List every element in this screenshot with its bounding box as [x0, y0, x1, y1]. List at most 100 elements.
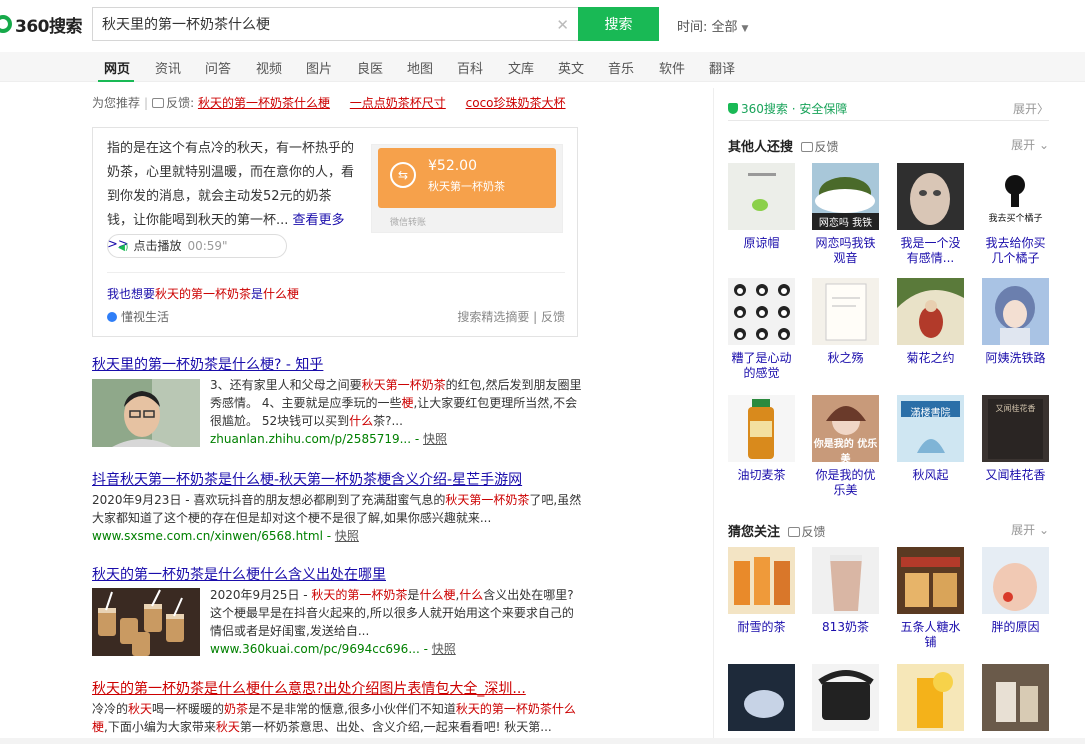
related-tile[interactable]: [982, 664, 1049, 737]
tab-images[interactable]: 图片: [306, 58, 332, 77]
related-tile[interactable]: 网恋吗 我铁 网恋吗我铁观音: [812, 163, 879, 266]
related-tile[interactable]: [897, 664, 964, 737]
tile-overlay: 又闻桂花香: [995, 404, 1036, 413]
related-tile[interactable]: 你是我的 优乐美 你是我的优乐美: [812, 395, 879, 498]
related-tile[interactable]: 胖的原因: [982, 547, 1049, 635]
shield-icon: [728, 103, 738, 114]
tab-english[interactable]: 英文: [558, 58, 584, 77]
tile-image: 我去买个橘子: [982, 163, 1049, 230]
horizontal-scrollbar[interactable]: [0, 738, 1085, 744]
tile-caption: 又闻桂花香: [985, 468, 1046, 482]
search-result: 秋天里的第一杯奶茶是什么梗? - 知乎 3、还有家里人和父母之间要秋天第一杯奶茶…: [92, 354, 592, 454]
related-tile[interactable]: 我去买个橘子 我去给你买几个橘子: [982, 163, 1049, 266]
snapshot-link[interactable]: 快照: [423, 432, 447, 446]
related-tile[interactable]: 又闻桂花香 又闻桂花香: [982, 395, 1049, 483]
time-filter[interactable]: 时间: 全部 ▼: [677, 16, 748, 35]
play-icon: ◀): [118, 243, 129, 253]
related-tile[interactable]: 原谅帽: [728, 163, 795, 251]
related-question-link[interactable]: 我也想要秋天的第一杯奶茶是什么梗: [107, 285, 299, 302]
snapshot-link[interactable]: 快照: [335, 529, 359, 543]
result-title-link[interactable]: 抖音秋天第一杯奶茶是什么梗-秋天第一杯奶茶梗含义介绍-星芒手游网: [92, 469, 522, 489]
tab-news[interactable]: 资讯: [155, 58, 181, 77]
source-icon: [107, 312, 117, 322]
tile-image: [897, 278, 964, 345]
tab-video[interactable]: 视频: [256, 58, 282, 77]
logo[interactable]: 360搜索: [0, 13, 83, 37]
related-tile[interactable]: 耐雪的茶: [728, 547, 795, 635]
related-tile[interactable]: 阿姨洗铁路: [982, 278, 1049, 366]
tab-web[interactable]: 网页: [104, 58, 130, 77]
result-title-link[interactable]: 秋天里的第一杯奶茶是什么梗? - 知乎: [92, 354, 323, 374]
expand-button[interactable]: 展开 ⌄: [1011, 521, 1049, 538]
related-tile[interactable]: 813奶茶: [812, 547, 879, 635]
transfer-card: ⇆ ¥52.00 秋天第一杯奶茶: [378, 148, 556, 208]
tile-image: [812, 664, 879, 731]
section-header-guess: 猜您关注 反馈 展开 ⌄: [728, 521, 1049, 540]
feedback-icon: [152, 98, 165, 108]
result-url[interactable]: www.sxsme.com.cn/xinwen/6568.html - 快照: [92, 529, 359, 543]
related-tile[interactable]: [812, 664, 879, 737]
snippet-text: 2020年9月25日 -: [210, 588, 312, 602]
expand-label: 展开: [1011, 523, 1036, 537]
related-tile[interactable]: [728, 664, 795, 737]
search-button[interactable]: 搜索: [578, 7, 659, 41]
search-result: 秋天的第一杯奶茶是什么梗什么含义出处在哪里 2020年9月25日 - 秋天的第一…: [92, 564, 592, 664]
tab-map[interactable]: 地图: [407, 58, 433, 77]
result-url[interactable]: www.360kuai.com/pc/9694cc696... - 快照: [210, 642, 456, 656]
related-tile[interactable]: 秋之殇: [812, 278, 879, 366]
section-title: 其他人还搜: [728, 140, 794, 155]
expand-button[interactable]: 展开 ⌄: [1011, 136, 1049, 153]
result-thumbnail[interactable]: [92, 379, 200, 447]
tab-translate[interactable]: 翻译: [709, 58, 735, 77]
expand-button[interactable]: 展开〉: [1013, 100, 1049, 117]
close-icon[interactable]: ✕: [556, 16, 569, 34]
tab-baike[interactable]: 百科: [457, 58, 483, 77]
tab-software[interactable]: 软件: [659, 58, 685, 77]
transfer-foot: 微信转账: [390, 218, 427, 228]
snapshot-link[interactable]: 快照: [432, 642, 456, 656]
recommend-link[interactable]: 一点点奶茶杯尺寸: [350, 96, 446, 110]
tile-image: 你是我的 优乐美: [812, 395, 879, 462]
related-tile[interactable]: 滿楼書院 秋风起: [897, 395, 964, 483]
recommend-link[interactable]: coco珍珠奶茶大杯: [466, 96, 566, 110]
result-url[interactable]: zhuanlan.zhihu.com/p/2585719... - 快照: [210, 432, 447, 446]
answer-tools[interactable]: 搜索精选摘要 | 反馈: [457, 308, 565, 325]
feedback-link[interactable]: 反馈: [166, 96, 190, 110]
related-tile[interactable]: 油切麦茶: [728, 395, 795, 483]
snippet-highlight: 奶茶: [224, 702, 249, 716]
feedback-icon: [800, 142, 813, 152]
play-audio-button[interactable]: ◀) 点击播放 00:59": [107, 234, 287, 258]
feedback-label: 反馈: [801, 525, 826, 539]
result-thumbnail[interactable]: [92, 588, 200, 656]
recommend-link[interactable]: 秋天的第一杯奶茶什么梗: [198, 96, 330, 110]
tab-doctor[interactable]: 良医: [357, 58, 383, 77]
tile-caption: 你是我的优乐美: [815, 468, 876, 497]
tile-caption: 网恋吗我铁观音: [815, 236, 876, 265]
tab-wenku[interactable]: 文库: [508, 58, 534, 77]
transfer-amount: ¥52.00: [428, 158, 477, 174]
feedback-link[interactable]: 反馈: [800, 140, 839, 154]
related-tile[interactable]: 我是一个没有感情...: [897, 163, 964, 266]
related-tile[interactable]: 糟了是心动的感觉: [728, 278, 795, 381]
tab-qa[interactable]: 问答: [205, 58, 231, 77]
tab-music[interactable]: 音乐: [608, 58, 634, 77]
tile-image: 又闻桂花香: [982, 395, 1049, 462]
related-tile[interactable]: 五条人糖水铺: [897, 547, 964, 650]
snippet-text: 喝一杯暖暖的: [152, 702, 225, 716]
result-title-link[interactable]: 秋天的第一杯奶茶是什么梗什么意思?出处介绍图片表情包大全_深圳...: [92, 678, 526, 698]
answer-source[interactable]: 懂视生活: [107, 308, 169, 325]
related-tile[interactable]: 菊花之约: [897, 278, 964, 366]
tile-image: [982, 278, 1049, 345]
result-title-link[interactable]: 秋天的第一杯奶茶是什么梗什么含义出处在哪里: [92, 564, 386, 584]
snippet-text: 茶?...: [373, 414, 403, 428]
answer-image[interactable]: ⇆ ¥52.00 秋天第一杯奶茶 微信转账: [371, 144, 563, 233]
expand-label: 展开: [1012, 102, 1037, 116]
feedback-link[interactable]: 反馈: [787, 525, 826, 539]
search-input[interactable]: [93, 8, 543, 40]
tile-image: [728, 664, 795, 731]
nav-tabs: 网页 资讯 问答 视频 图片 良医 地图 百科 文库 英文 音乐 软件 翻译: [0, 52, 1085, 82]
play-duration: 00:59": [187, 239, 228, 253]
tile-overlay: 你是我的 优乐美: [813, 439, 878, 462]
tile-caption: 菊花之约: [906, 351, 955, 365]
search-box: ✕: [92, 7, 579, 41]
